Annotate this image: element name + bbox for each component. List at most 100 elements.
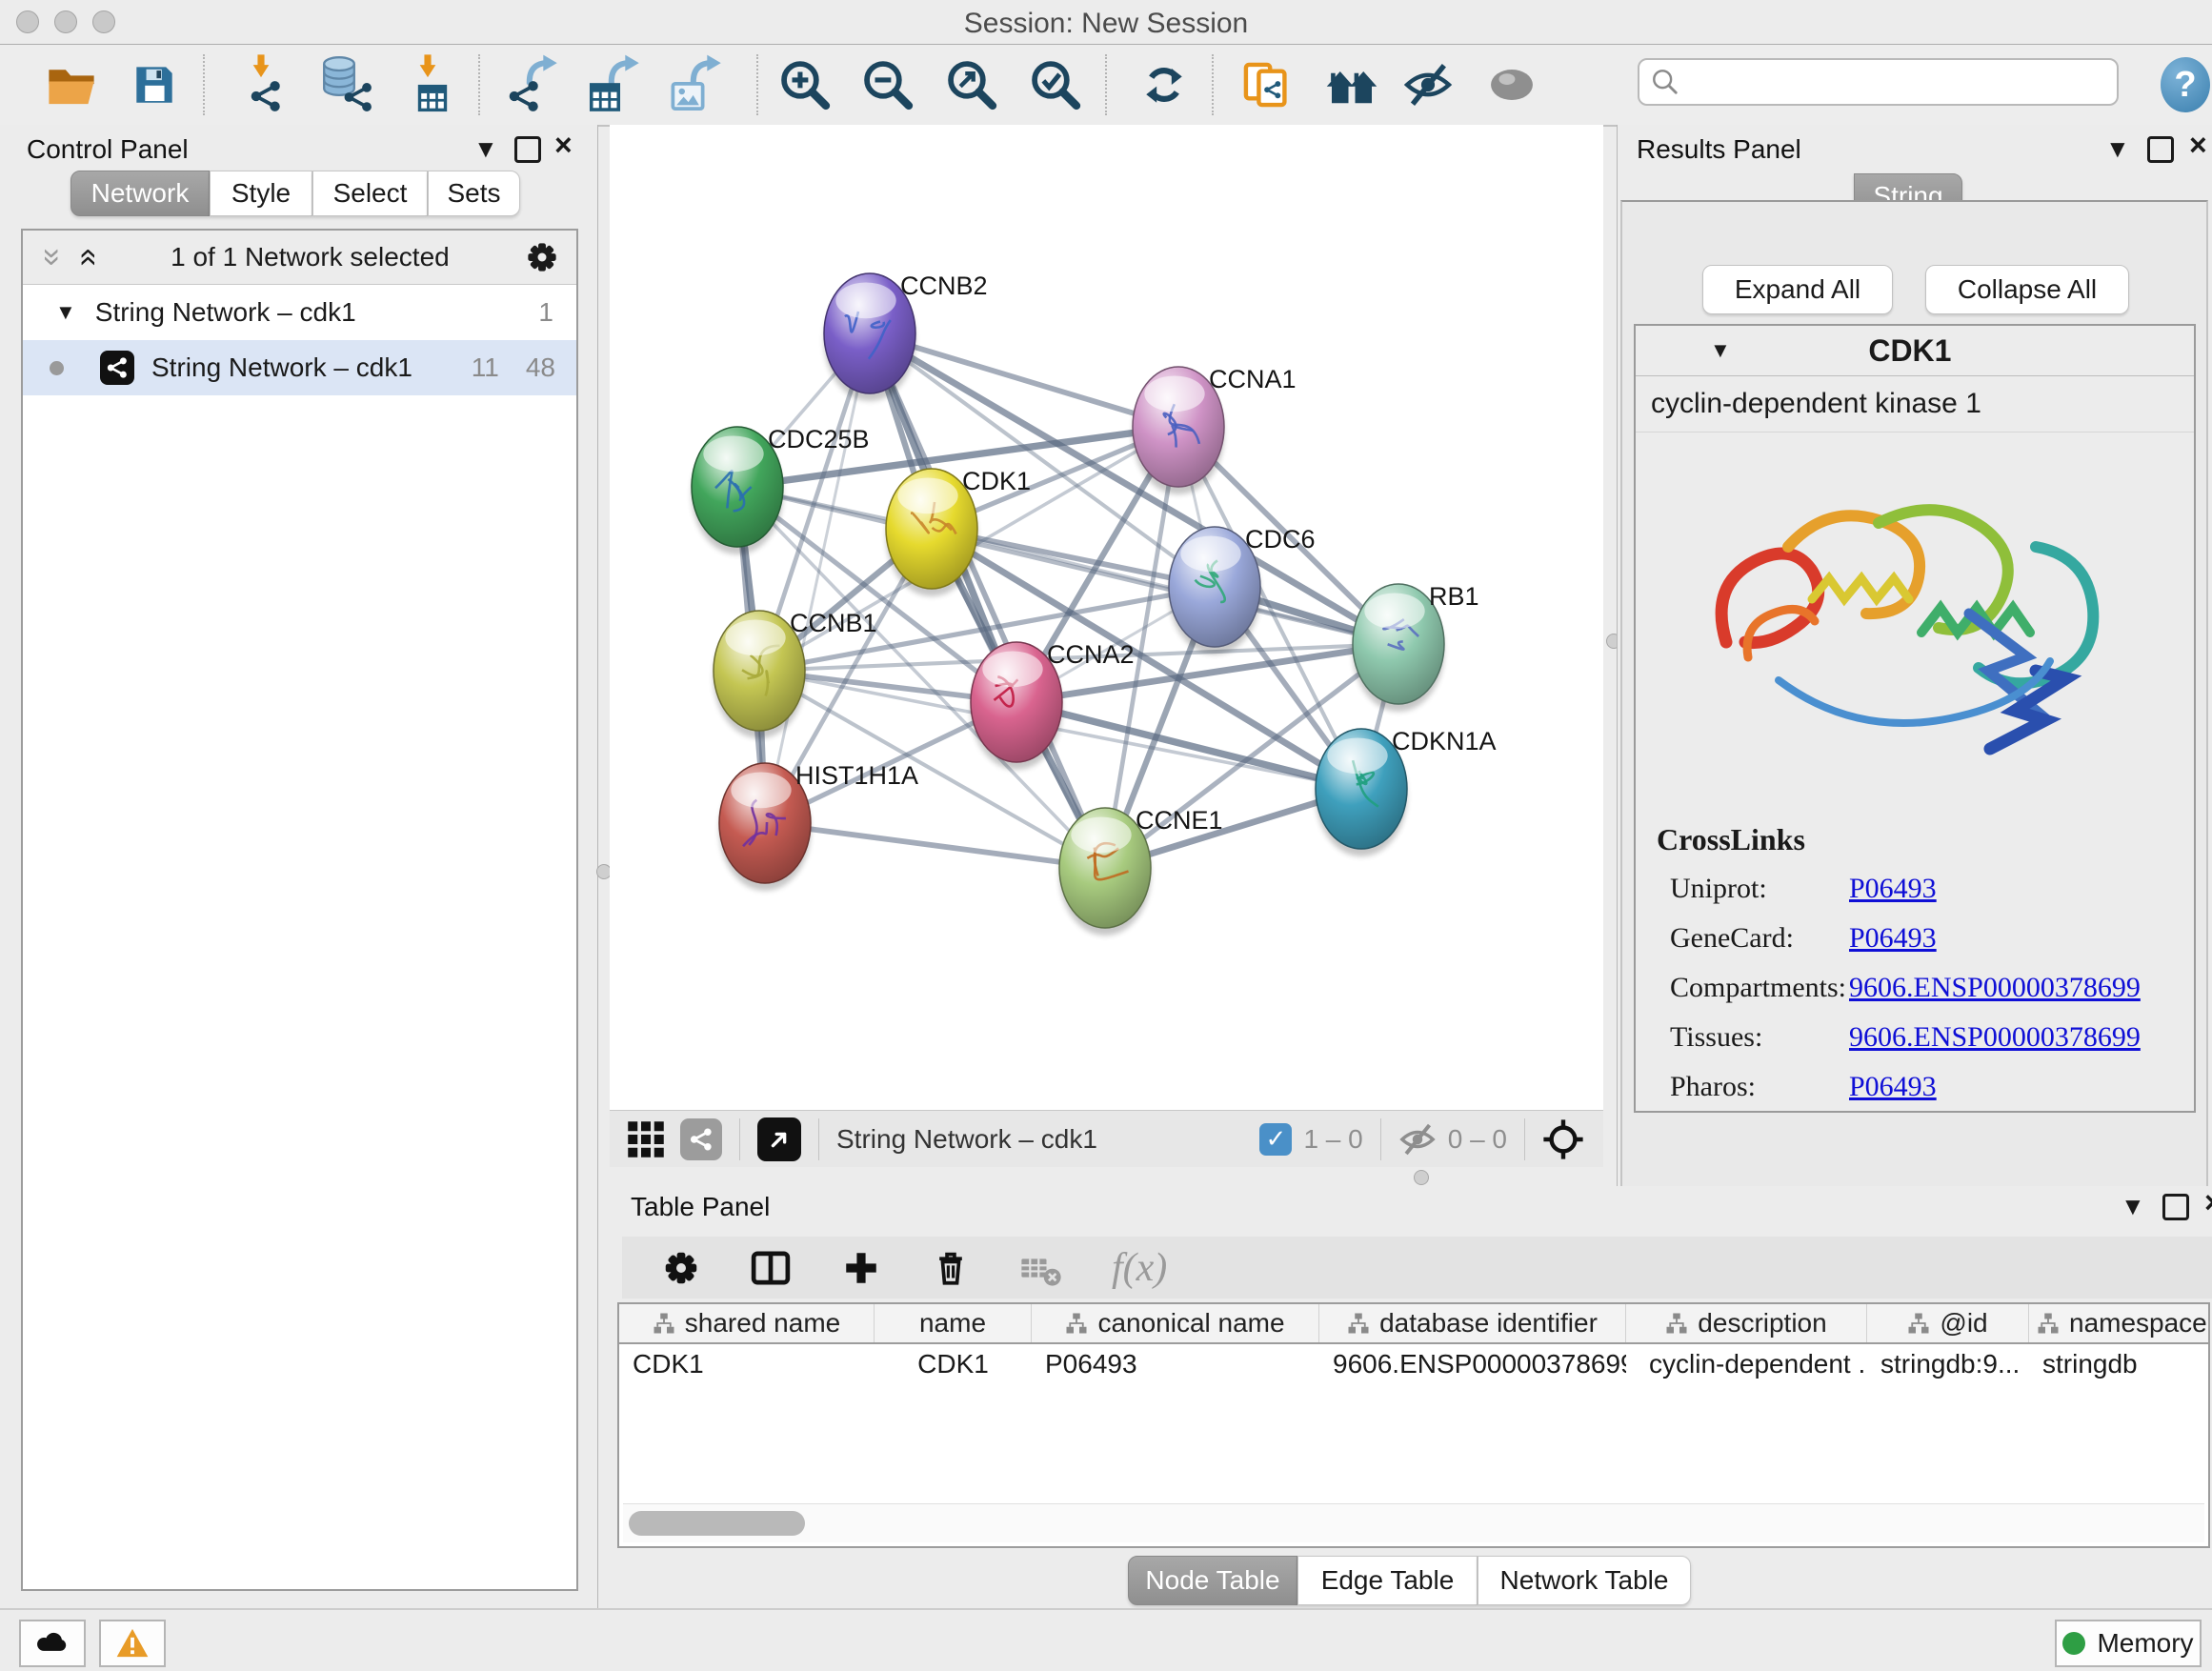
cell-database-identifier[interactable]: 9606.ENSP00000378699 xyxy=(1319,1344,1626,1384)
first-neighbors-button[interactable] xyxy=(1322,56,1381,113)
warnings-button[interactable] xyxy=(99,1620,166,1667)
crosslink-value[interactable]: 9606.ENSP00000378699 xyxy=(1849,972,2141,1004)
export-network-button[interactable] xyxy=(503,56,564,113)
apply-layout-button[interactable] xyxy=(1136,56,1193,113)
import-network-from-database-button[interactable] xyxy=(314,56,377,113)
column-header-name[interactable]: name xyxy=(875,1304,1032,1342)
cell-description[interactable]: cyclin-dependent ... xyxy=(1626,1344,1867,1384)
results-panel-float-button[interactable] xyxy=(2147,136,2174,163)
import-network-button[interactable] xyxy=(233,56,294,113)
control-panel-menu-button[interactable]: ▼ xyxy=(473,136,498,161)
export-image-button[interactable] xyxy=(665,56,726,113)
expand-all-button[interactable]: Expand All xyxy=(1702,265,1893,314)
table-panel-title: Table Panel xyxy=(631,1192,770,1222)
toolbar-separator xyxy=(203,54,205,115)
selected-checkbox-icon[interactable]: ✓ xyxy=(1259,1123,1292,1156)
delete-column-icon[interactable] xyxy=(931,1248,971,1288)
open-session-button[interactable] xyxy=(43,56,100,113)
zoom-selected-button[interactable] xyxy=(1027,56,1084,113)
tab-network-table[interactable]: Network Table xyxy=(1478,1556,1691,1605)
zoom-out-icon xyxy=(862,59,914,111)
zoom-in-button[interactable] xyxy=(776,56,834,113)
search-field[interactable] xyxy=(1638,58,2119,106)
horizontal-splitter-handle[interactable] xyxy=(1414,1170,1429,1185)
tab-select[interactable]: Select xyxy=(312,171,428,216)
expand-all-networks-icon[interactable]: » xyxy=(76,249,95,267)
crosslink-label: GeneCard: xyxy=(1670,922,1849,955)
control-panel-close-button[interactable]: × xyxy=(554,132,573,157)
collapse-all-networks-icon[interactable]: » xyxy=(43,249,62,267)
birds-eye-grid-icon[interactable] xyxy=(627,1120,665,1158)
collapse-section-icon[interactable]: ▼ xyxy=(1710,338,1731,363)
table-panel-float-button[interactable] xyxy=(2162,1194,2189,1220)
table-horizontal-scrollbar[interactable] xyxy=(623,1503,2204,1542)
table-row[interactable]: CDK1 CDK1 P06493 9606.ENSP00000378699 cy… xyxy=(619,1344,2208,1384)
table-panel-menu-button[interactable]: ▼ xyxy=(2121,1194,2145,1218)
export-table-button[interactable] xyxy=(583,56,644,113)
column-header-id[interactable]: @id xyxy=(1867,1304,2029,1342)
control-panel-title: Control Panel xyxy=(27,134,189,165)
results-panel-close-button[interactable]: × xyxy=(2189,132,2207,157)
zoom-fit-button[interactable] xyxy=(943,56,1000,113)
table-panel-close-button[interactable]: × xyxy=(2204,1190,2212,1215)
tree-expander-icon[interactable]: ▼ xyxy=(55,300,76,325)
add-column-icon[interactable] xyxy=(841,1248,881,1288)
tab-sets[interactable]: Sets xyxy=(428,171,520,216)
crosslink-value[interactable]: P06493 xyxy=(1849,1071,1937,1103)
svg-text:CCNB1: CCNB1 xyxy=(790,609,877,637)
column-header-database-identifier[interactable]: database identifier xyxy=(1319,1304,1626,1342)
network-overview-button[interactable] xyxy=(680,1118,722,1160)
column-header-description[interactable]: description xyxy=(1626,1304,1867,1342)
svg-text:CCNA2: CCNA2 xyxy=(1047,640,1135,669)
cell-shared-name[interactable]: CDK1 xyxy=(619,1344,875,1384)
cell-canonical-name[interactable]: P06493 xyxy=(1032,1344,1319,1384)
results-panel-menu-button[interactable]: ▼ xyxy=(2105,136,2130,161)
cloud-status-button[interactable] xyxy=(19,1620,86,1667)
eye-slash-icon xyxy=(1402,59,1454,111)
crosshair-icon[interactable] xyxy=(1542,1118,1584,1160)
zoom-out-button[interactable] xyxy=(859,56,916,113)
save-session-button[interactable] xyxy=(126,56,183,113)
tab-node-table[interactable]: Node Table xyxy=(1128,1556,1297,1605)
table-settings-gear-icon[interactable] xyxy=(662,1249,700,1287)
main-toolbar: ? xyxy=(0,45,2212,127)
open-in-new-window-button[interactable] xyxy=(757,1117,801,1161)
import-table-button[interactable] xyxy=(398,56,459,113)
svg-text:RB1: RB1 xyxy=(1429,582,1479,611)
new-network-from-selection-button[interactable] xyxy=(1237,56,1296,113)
cell-id[interactable]: stringdb:9... xyxy=(1867,1344,2029,1384)
crosslink-row: Uniprot: P06493 xyxy=(1657,873,2173,905)
column-header-namespace[interactable]: namespace xyxy=(2029,1304,2208,1342)
network-icon xyxy=(507,79,541,113)
image-icon xyxy=(669,77,707,115)
network-canvas[interactable]: CCNB2CCNA1CDC25BCDK1CDC6RB1CCNB1CCNA2CDK… xyxy=(610,125,1603,1110)
floppy-disk-icon xyxy=(130,60,179,110)
tab-style[interactable]: Style xyxy=(210,171,312,216)
gear-icon[interactable] xyxy=(525,240,559,274)
crosslink-value[interactable]: P06493 xyxy=(1849,922,1937,955)
show-columns-icon[interactable] xyxy=(750,1247,792,1289)
crosslink-value[interactable]: P06493 xyxy=(1849,873,1937,905)
houses-icon xyxy=(1325,58,1378,111)
collapse-all-button[interactable]: Collapse All xyxy=(1925,265,2129,314)
show-all-button[interactable] xyxy=(1482,56,1541,113)
cell-name[interactable]: CDK1 xyxy=(875,1344,1032,1384)
scrollbar-thumb[interactable] xyxy=(629,1511,805,1536)
column-header-shared-name[interactable]: shared name xyxy=(619,1304,875,1342)
tab-network[interactable]: Network xyxy=(70,171,210,216)
control-panel-float-button[interactable] xyxy=(514,136,541,163)
network-collection-row[interactable]: ▼ String Network – cdk1 1 xyxy=(23,285,576,340)
node-details-card: ▼ CDK1 cyclin-dependent kinase 1 xyxy=(1634,324,2196,1113)
hierarchy-icon xyxy=(1347,1312,1370,1335)
svg-text:CDC6: CDC6 xyxy=(1245,525,1316,554)
search-input[interactable] xyxy=(1687,67,2117,98)
hide-selected-button[interactable] xyxy=(1398,56,1458,113)
crosslink-value[interactable]: 9606.ENSP00000378699 xyxy=(1849,1021,2141,1054)
network-row[interactable]: String Network – cdk1 11 48 xyxy=(23,340,576,395)
tab-edge-table[interactable]: Edge Table xyxy=(1297,1556,1478,1605)
help-button[interactable]: ? xyxy=(2159,56,2212,113)
column-header-canonical-name[interactable]: canonical name xyxy=(1032,1304,1319,1342)
cell-namespace[interactable]: stringdb xyxy=(2029,1344,2208,1384)
node-details-header[interactable]: ▼ CDK1 xyxy=(1636,326,2194,376)
memory-button[interactable]: Memory xyxy=(2055,1620,2202,1667)
